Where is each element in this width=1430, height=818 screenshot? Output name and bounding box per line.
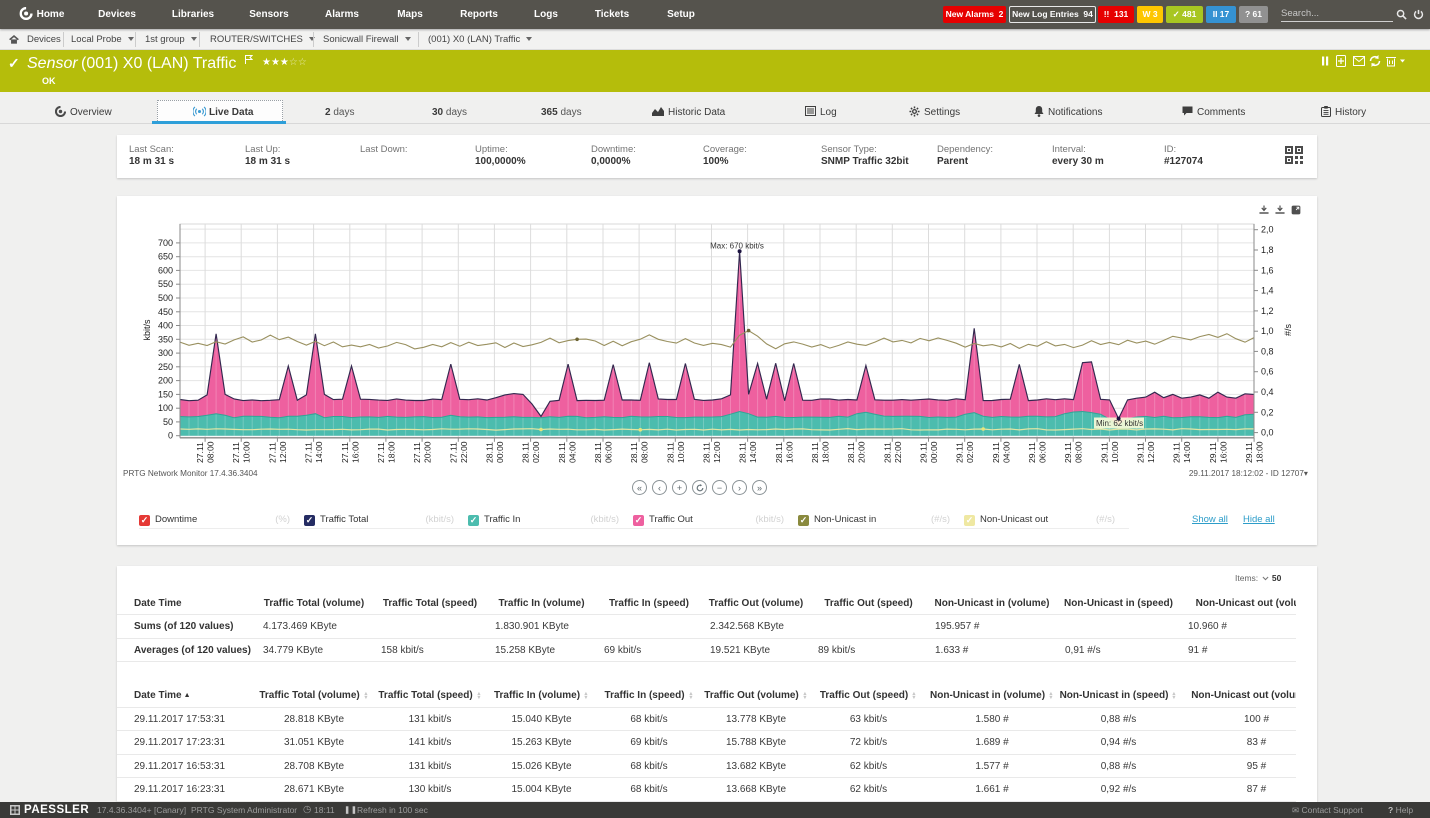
svg-text:1,4: 1,4	[1261, 286, 1274, 296]
svg-text:27.1112:00: 27.1112:00	[267, 441, 288, 463]
svg-text:28.1116:00: 28.1116:00	[774, 441, 795, 463]
svg-text:27.1118:00: 27.1118:00	[376, 441, 397, 463]
svg-text:27.1120:00: 27.1120:00	[412, 441, 433, 463]
svg-text:1,8: 1,8	[1261, 245, 1274, 255]
svg-text:Min: 62 kbit/s: Min: 62 kbit/s	[1096, 419, 1143, 428]
svg-text:29.1100:00: 29.1100:00	[919, 441, 940, 463]
svg-text:2,0: 2,0	[1261, 225, 1274, 235]
svg-text:27.1114:00: 27.1114:00	[304, 441, 325, 463]
svg-text:29.1110:00: 29.1110:00	[1099, 441, 1120, 463]
svg-text:700: 700	[158, 238, 173, 248]
svg-text:1,2: 1,2	[1261, 306, 1274, 316]
svg-text:0,8: 0,8	[1261, 346, 1274, 356]
svg-text:550: 550	[158, 279, 173, 289]
svg-text:28.1110:00: 28.1110:00	[665, 441, 686, 463]
svg-text:650: 650	[158, 252, 173, 262]
svg-text:0,6: 0,6	[1261, 367, 1274, 377]
svg-text:0,4: 0,4	[1261, 387, 1274, 397]
svg-text:29.1116:00: 29.1116:00	[1208, 441, 1229, 463]
svg-text:250: 250	[158, 362, 173, 372]
svg-text:29.1114:00: 29.1114:00	[1172, 441, 1193, 463]
svg-text:29.1118:00: 29.1118:00	[1244, 441, 1265, 463]
svg-text:29.1108:00: 29.1108:00	[1063, 441, 1084, 463]
svg-text:29.1104:00: 29.1104:00	[991, 441, 1012, 463]
svg-text:PRTG Network Monitor 17.4.36.3: PRTG Network Monitor 17.4.36.3404	[123, 469, 258, 478]
svg-text:28.1102:00: 28.1102:00	[521, 441, 542, 463]
svg-text:29.1112:00: 29.1112:00	[1136, 441, 1157, 463]
svg-text:50: 50	[163, 417, 173, 427]
svg-text:500: 500	[158, 293, 173, 303]
svg-text:0: 0	[168, 431, 173, 441]
svg-text:150: 150	[158, 389, 173, 399]
svg-text:27.1108:00: 27.1108:00	[195, 441, 216, 463]
svg-text:0,0: 0,0	[1261, 428, 1274, 438]
svg-text:27.1110:00: 27.1110:00	[231, 441, 252, 463]
svg-text:29.1106:00: 29.1106:00	[1027, 441, 1048, 463]
svg-text:28.1114:00: 28.1114:00	[738, 441, 759, 463]
svg-text:kbit/s: kbit/s	[142, 319, 152, 341]
svg-text:1,0: 1,0	[1261, 326, 1274, 336]
svg-text:27.1122:00: 27.1122:00	[448, 441, 469, 463]
svg-text:27.1116:00: 27.1116:00	[340, 441, 361, 463]
svg-text:1,6: 1,6	[1261, 265, 1274, 275]
svg-text:28.1122:00: 28.1122:00	[882, 441, 903, 463]
svg-text:28.1106:00: 28.1106:00	[593, 441, 614, 463]
svg-text:28.1112:00: 28.1112:00	[702, 441, 723, 463]
svg-text:28.1108:00: 28.1108:00	[629, 441, 650, 463]
svg-text:400: 400	[158, 321, 173, 331]
svg-text:28.1118:00: 28.1118:00	[810, 441, 831, 463]
svg-text:350: 350	[158, 334, 173, 344]
svg-text:29.11.2017 18:12:02 - ID 12707: 29.11.2017 18:12:02 - ID 12707▾	[1189, 469, 1308, 478]
svg-text:0,2: 0,2	[1261, 407, 1274, 417]
svg-text:200: 200	[158, 376, 173, 386]
svg-text:300: 300	[158, 348, 173, 358]
svg-text:28.1120:00: 28.1120:00	[846, 441, 867, 463]
svg-text:28.1100:00: 28.1100:00	[484, 441, 505, 463]
svg-text:29.1102:00: 29.1102:00	[955, 441, 976, 463]
svg-text:600: 600	[158, 265, 173, 275]
svg-text:28.1104:00: 28.1104:00	[557, 441, 578, 463]
svg-text:100: 100	[158, 403, 173, 413]
svg-text:Max: 670 kbit/s: Max: 670 kbit/s	[710, 242, 764, 251]
svg-text:#/s: #/s	[1283, 324, 1293, 337]
svg-text:450: 450	[158, 307, 173, 317]
